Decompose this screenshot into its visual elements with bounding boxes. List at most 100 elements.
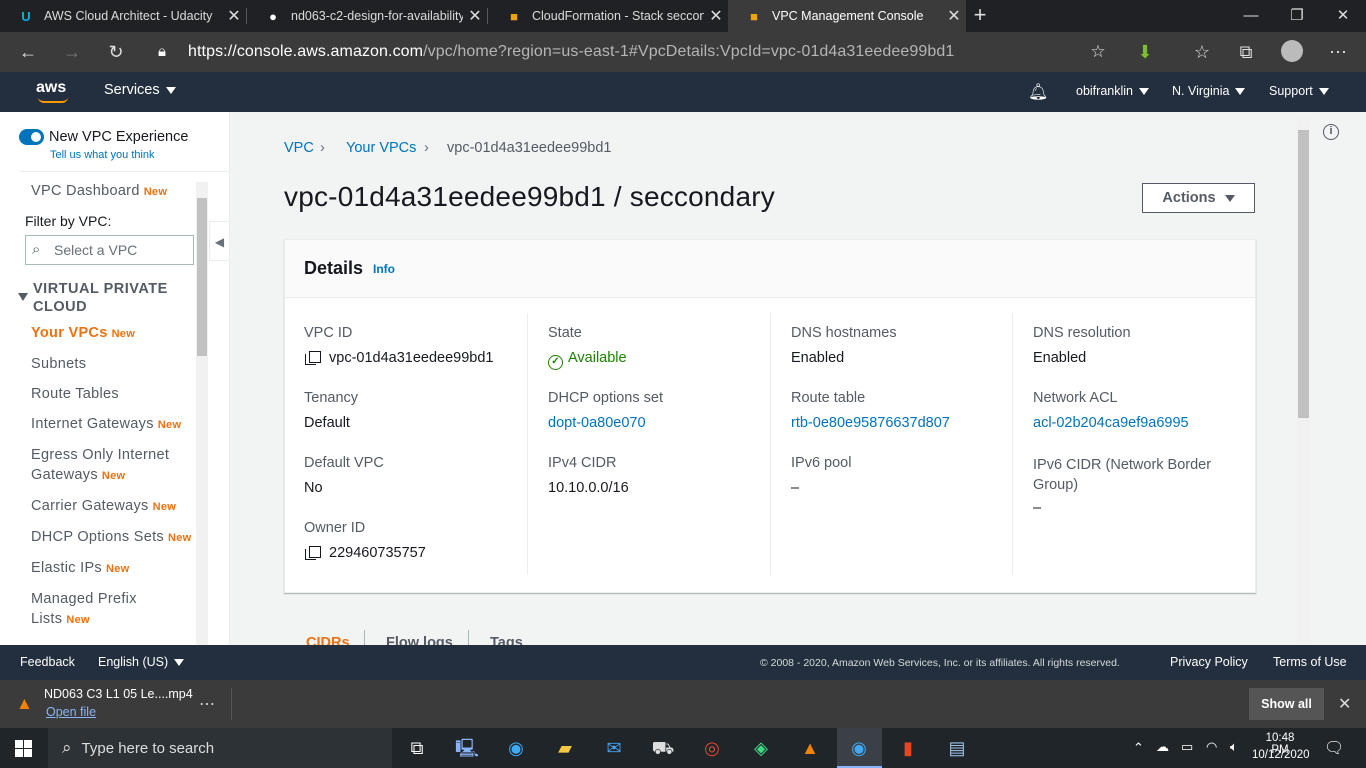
state-value: ✓ Available	[548, 350, 627, 370]
vpc-filter-input[interactable]: ⌕ Select a VPC	[25, 235, 194, 265]
route-table-link[interactable]: rtb-0e80e95876637d807	[791, 415, 950, 431]
privacy-policy-link[interactable]: Privacy Policy	[1170, 655, 1248, 669]
browser-tab-cloudformation[interactable]: ■ CloudFormation - Stack seccondary ✕	[488, 0, 728, 32]
actions-button[interactable]: Actions	[1142, 183, 1255, 213]
sidebar-item-egress-only-gateways[interactable]: Egress Only Internet Gateways New	[31, 445, 191, 486]
vlc-taskbar-icon[interactable]: ▲	[797, 736, 823, 760]
minimize-button[interactable]: —	[1228, 0, 1274, 32]
new-experience-toggle[interactable]	[19, 129, 44, 145]
page-title: vpc-01d4a31eedee99bd1 / seccondary	[284, 181, 775, 212]
caret-down-icon[interactable]	[18, 293, 28, 301]
sidebar-item-managed-prefix-lists[interactable]: Managed Prefix Lists New	[31, 589, 171, 630]
download-filename[interactable]: ND063 C3 L1 05 Le....mp4	[44, 687, 193, 701]
close-window-button[interactable]: ✕	[1320, 0, 1366, 32]
ipv6-pool-label: IPv6 pool	[791, 455, 852, 471]
ipv6-cidr-label: IPv6 CIDR (Network Border Group)	[1033, 457, 1212, 493]
profile-avatar[interactable]	[1281, 40, 1303, 62]
office-icon[interactable]: ▮	[895, 736, 921, 760]
dns-hostnames-label: DNS hostnames	[791, 325, 897, 341]
copy-icon[interactable]	[305, 546, 321, 560]
info-panel-icon[interactable]: i	[1323, 124, 1339, 140]
udacity-icon: U	[21, 8, 31, 24]
volume-icon[interactable]: 🔈︎	[1230, 739, 1238, 755]
account-menu[interactable]: obifranklin	[1076, 84, 1149, 98]
sidebar-group-vpc[interactable]: VIRTUAL PRIVATE CLOUD	[33, 280, 203, 316]
close-download-bar-icon[interactable]: ✕	[1338, 694, 1351, 714]
download-options-icon[interactable]: ⋯	[199, 694, 215, 714]
feedback-button[interactable]: Feedback	[20, 655, 75, 669]
wifi-icon[interactable]: ◠	[1206, 739, 1217, 755]
edge-beta-icon[interactable]: ◉	[846, 736, 872, 760]
default-vpc-label: Default VPC	[304, 455, 384, 471]
windows-start-icon[interactable]	[15, 740, 32, 757]
browser-tab-github[interactable]: ● nd063-c2-design-for-availability ✕	[247, 0, 487, 32]
close-icon[interactable]: ✕	[222, 6, 246, 26]
clock-date[interactable]: 10/12/2020	[1252, 749, 1310, 761]
show-all-button[interactable]: Show all	[1249, 688, 1324, 720]
refresh-icon[interactable]: ↻	[104, 40, 128, 64]
maximize-button[interactable]: ❐	[1274, 0, 1320, 32]
breadcrumb-vpc[interactable]: VPC	[284, 140, 314, 156]
sidebar-item-route-tables[interactable]: Route Tables	[31, 384, 119, 404]
sidebar-item-dashboard[interactable]: VPC Dashboard New	[31, 181, 167, 202]
sidebar-item-dhcp-options[interactable]: DHCP Options Sets New	[31, 527, 192, 548]
task-view-icon[interactable]: ⧉	[404, 736, 430, 760]
close-icon[interactable]: ✕	[463, 6, 487, 26]
breadcrumb-current: vpc-01d4a31eedee99bd1	[447, 140, 612, 156]
copy-icon[interactable]	[305, 351, 321, 365]
region-menu[interactable]: N. Virginia	[1172, 84, 1246, 98]
browser-tab-udacity[interactable]: U AWS Cloud Architect - Udacity ✕	[0, 0, 246, 32]
network-acl-link[interactable]: acl-02b204ca9ef9a6995	[1033, 415, 1189, 431]
download-extension-icon[interactable]: ⬇	[1133, 40, 1157, 64]
info-link[interactable]: Info	[373, 262, 395, 276]
aws-box-icon: ■	[510, 8, 518, 24]
caret-down-icon	[1235, 88, 1246, 96]
sidebar-item-subnets[interactable]: Subnets	[31, 354, 86, 374]
battery-icon[interactable]: ▭	[1181, 739, 1193, 755]
notepad-icon[interactable]: ▤	[944, 736, 970, 760]
address-bar[interactable]: 🔒︎ https://console.aws.amazon.com/vpc/ho…	[144, 37, 1120, 67]
taskbar-search[interactable]: ⌕ Type here to search	[48, 728, 392, 768]
services-menu[interactable]: Services	[104, 82, 176, 98]
owner-id-label: Owner ID	[304, 520, 366, 536]
sidebar-scrollbar-thumb[interactable]	[197, 198, 207, 356]
details-panel-header	[285, 240, 1255, 298]
dns-resolution-value: Enabled	[1033, 350, 1087, 366]
edge-icon[interactable]: ◉	[503, 736, 529, 760]
android-studio-icon[interactable]: ◈	[748, 736, 774, 760]
notifications-icon[interactable]: 🗨︎	[1324, 738, 1344, 758]
cloud-icon[interactable]: ☁	[1156, 739, 1169, 755]
open-file-link[interactable]: Open file	[46, 705, 96, 719]
more-menu-icon[interactable]: ⋯	[1326, 40, 1350, 64]
main-scrollbar-thumb[interactable]	[1298, 130, 1309, 418]
aws-logo[interactable]: aws	[36, 79, 76, 105]
sidebar-item-elastic-ips[interactable]: Elastic IPs New	[31, 558, 130, 579]
browser-tab-vpc-console[interactable]: ■ VPC Management Console ✕	[728, 0, 966, 32]
close-icon[interactable]: ✕	[942, 6, 966, 26]
file-explorer-icon[interactable]: ▰	[552, 736, 578, 760]
breadcrumb-your-vpcs[interactable]: Your VPCs	[346, 140, 416, 156]
chevron-up-icon[interactable]: ⌃	[1133, 740, 1144, 756]
collections-icon[interactable]: ⧉	[1234, 40, 1258, 64]
new-tab-button[interactable]: +	[968, 2, 992, 30]
sidebar-item-internet-gateways[interactable]: Internet Gateways New	[31, 414, 181, 435]
feedback-link[interactable]: Tell us what you think	[50, 149, 155, 161]
pc-icon[interactable]: 🖳︎	[454, 736, 480, 760]
sidebar-item-your-vpcs[interactable]: Your VPCs New	[31, 323, 135, 344]
bell-icon[interactable]: 🔔︎	[1028, 82, 1048, 102]
collapse-sidebar-button[interactable]: ◀	[209, 221, 230, 261]
favorite-star-icon[interactable]: ☆	[1086, 40, 1110, 64]
chrome-icon[interactable]: ◎	[699, 736, 725, 760]
close-icon[interactable]: ✕	[704, 6, 728, 26]
sidebar-item-carrier-gateways[interactable]: Carrier Gateways New	[31, 496, 176, 517]
mail-icon[interactable]: ✉	[601, 736, 627, 760]
store-icon[interactable]: ⛟	[650, 736, 676, 760]
forward-icon[interactable]: →	[60, 40, 84, 64]
terms-of-use-link[interactable]: Terms of Use	[1273, 655, 1347, 669]
back-icon[interactable]: ←	[16, 40, 40, 64]
vpc-id-value: vpc-01d4a31eedee99bd1	[305, 350, 493, 366]
dhcp-link[interactable]: dopt-0a80e070	[548, 415, 646, 431]
language-selector[interactable]: English (US)	[98, 655, 185, 669]
support-menu[interactable]: Support	[1269, 84, 1329, 98]
favorites-icon[interactable]: ☆	[1190, 40, 1214, 64]
